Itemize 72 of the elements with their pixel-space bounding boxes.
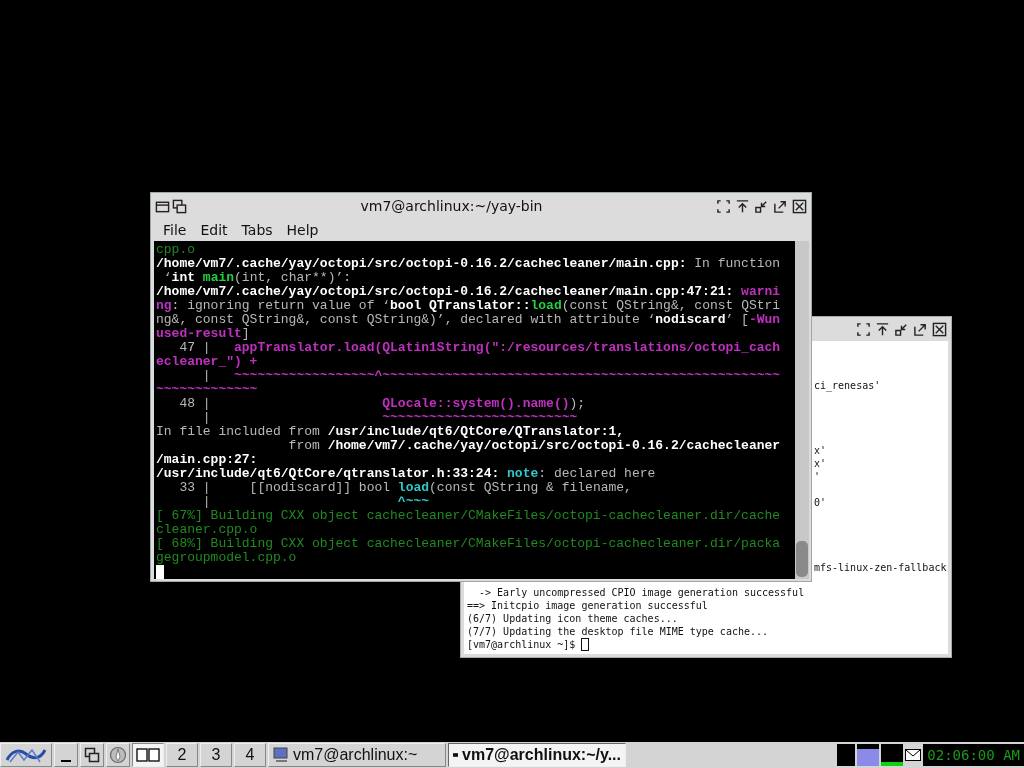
terminal-line: ~~~~~~~~~~~~~: [156, 383, 259, 397]
terminal-line: [ 67%] Building CXX object cachecleaner/CMakeFiles/octopi-cachecleaner.dir/cache: [156, 509, 782, 523]
terminal-line: 48 | QLocale::system().name());: [178, 397, 587, 411]
terminal-line: from /home/vm7/.cache/yay/octopi/src/octopi-0.16.2/cachecleaner: [287, 439, 782, 453]
maximize-icon[interactable]: [773, 198, 788, 214]
memory-monitor-icon: [857, 744, 880, 766]
compass-icon: [109, 746, 127, 764]
logo-icon: [4, 746, 48, 764]
show-desktop-button[interactable]: [54, 743, 78, 767]
terminal-line: (7/7) Updating the desktop file MIME type cache...: [467, 625, 769, 638]
text-cursor: [581, 638, 590, 651]
window-title: vm7@archlinux:~/yay-bin: [359, 198, 544, 214]
workspace-button[interactable]: [132, 743, 164, 767]
terminal-line: ng&, const QString&, const QString&)’, declared with attribute ‘nodiscard’ [-Wun: [156, 313, 782, 327]
terminal-line: ': [814, 470, 821, 483]
rollup-icon[interactable]: [875, 321, 890, 337]
terminal-line: ‘int main(int, char**)’:: [162, 271, 353, 285]
maximize-icon[interactable]: [913, 321, 928, 337]
terminal-line: gegroupmodel.cpp.o: [156, 551, 298, 565]
menu-item[interactable]: Edit: [194, 222, 236, 238]
terminal-line: In file included from /usr/include/qt6/QtCore/QTranslator:1,: [156, 425, 626, 439]
task-button[interactable]: vm7@archlinux:~/y...: [448, 743, 626, 767]
cpu-monitor-icon: [837, 744, 856, 766]
fullscreen-icon[interactable]: [856, 321, 871, 337]
terminal-line: 33 | [[nodiscard]] bool load(const QString & filename,: [178, 481, 633, 495]
workspace-icon: [136, 748, 160, 762]
workspace-button[interactable]: 4: [234, 743, 266, 767]
terminal-line: x': [814, 457, 827, 470]
terminal-line: used-result]: [156, 327, 251, 341]
terminal-line: ecleaner_") +: [156, 355, 259, 369]
close-icon[interactable]: [932, 321, 947, 337]
terminal-line: -> Early uncompressed CPIO image generation successful: [478, 586, 805, 599]
menu-item[interactable]: Help: [280, 222, 327, 238]
windows-icon[interactable]: [172, 198, 187, 214]
menu-item[interactable]: Tabs: [235, 222, 281, 238]
terminal-line: /home/vm7/.cache/yay/octopi/src/octopi-0.16.2/cachecleaner/main.cpp: In function: [156, 257, 782, 271]
terminal-line: 0': [814, 496, 827, 509]
workspace-button[interactable]: 2: [166, 743, 198, 767]
scrollbar-thumb[interactable]: [796, 541, 808, 577]
terminal-line: ==> Initcpio image generation successful: [467, 599, 708, 612]
terminal-line: /home/vm7/.cache/yay/octopi/src/octopi-0.16.2/cachecleaner/main.cpp:47:21: warni: [156, 285, 782, 299]
terminal-line: (6/7) Updating icon theme caches...: [467, 612, 678, 625]
underscore-icon: [61, 760, 71, 762]
fullscreen-icon[interactable]: [716, 198, 731, 214]
terminal-line: cpp.o: [156, 243, 196, 257]
monitor-icon: [273, 747, 289, 763]
terminal-line: mfs-linux-zen-fallback: [814, 561, 947, 574]
terminal-line: | ^~~~: [201, 495, 431, 509]
start-button[interactable]: [0, 743, 52, 767]
mail-icon: [905, 749, 922, 761]
clock: 02:06:00 AM: [923, 744, 1024, 766]
terminal-line: /usr/include/qt6/QtCore/qtranslator.h:33:24: note: declared here: [156, 467, 657, 481]
terminal-line: | ~~~~~~~~~~~~~~~~~~~~~~~~~: [201, 411, 579, 425]
network-monitor-icon: [881, 744, 904, 766]
terminal-line: /main.cpp:27:: [156, 453, 259, 467]
rollup-icon[interactable]: [735, 198, 750, 214]
terminal-line: 47 | appTranslator.load(QLatin1String(":/resources/translations/octopi_cach: [178, 341, 782, 355]
terminal-line: [ 68%] Building CXX object cachecleaner/CMakeFiles/octopi-cachecleaner.dir/packa: [156, 537, 782, 551]
terminal-line: cleaner.cpp.o: [156, 523, 259, 537]
close-icon[interactable]: [792, 198, 807, 214]
terminal-line: [vm7@archlinux ~]$: [467, 638, 577, 651]
terminal-line: ci_renesas': [814, 379, 881, 392]
menu-item[interactable]: File: [157, 222, 195, 238]
window-list-button[interactable]: [80, 743, 104, 767]
workspace-button[interactable]: 3: [200, 743, 232, 767]
terminal-line: x': [814, 444, 827, 457]
windows-icon: [84, 747, 100, 763]
text-cursor: [156, 565, 164, 579]
terminal-line: | ~~~~~~~~~~~~~~~~~~^~~~~~~~~~~~~~~~~~~~~~~~~~~~~~~~~~~~~~~~~~~~~~~~~~~~: [201, 369, 782, 383]
task-button[interactable]: vm7@archlinux:~: [268, 743, 446, 767]
browser-button[interactable]: [106, 743, 130, 767]
terminal-line: ng: ignoring return value of ‘bool QTranslator::load(const QString&, const QStri: [156, 299, 782, 313]
